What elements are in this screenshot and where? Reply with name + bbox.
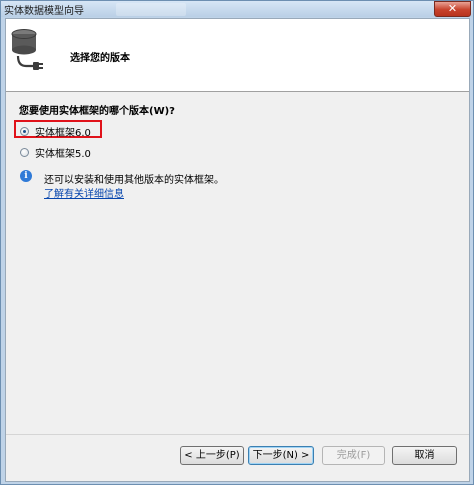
wizard-header: 选择您的版本	[6, 19, 469, 92]
version-question: 您要使用实体框架的哪个版本(W)?	[19, 106, 175, 117]
option-ef6[interactable]: 实体框架6.0	[20, 123, 91, 139]
wizard-window: 实体数据模型向导 ✕ 选择您的版本 您要使用实体框架的哪个版本(W)? 实体框架…	[0, 0, 474, 485]
info-text: 还可以安装和使用其他版本的实体框架。	[44, 175, 224, 186]
option-ef5-label[interactable]: 实体框架5.0	[35, 145, 91, 160]
finish-button[interactable]: 完成(F)	[322, 446, 385, 465]
option-ef6-label[interactable]: 实体框架6.0	[35, 124, 91, 139]
cancel-button[interactable]: 取消	[392, 446, 457, 465]
radio-ef5[interactable]	[20, 147, 29, 157]
wizard-content: 选择您的版本 您要使用实体框架的哪个版本(W)? 实体框架6.0 实体框架5.0…	[5, 18, 470, 482]
title-bar[interactable]: 实体数据模型向导 ✕	[1, 1, 473, 17]
learn-more-link[interactable]: 了解有关详细信息	[44, 185, 124, 200]
close-button[interactable]: ✕	[434, 1, 471, 17]
footer-divider	[6, 434, 469, 435]
radio-ef6[interactable]	[20, 126, 29, 136]
window-title: 实体数据模型向导	[4, 6, 84, 17]
back-button[interactable]: < 上一步(P)	[180, 446, 244, 465]
info-icon: i	[20, 170, 32, 182]
next-button[interactable]: 下一步(N) >	[248, 446, 314, 465]
database-connection-icon	[11, 29, 43, 70]
page-title: 选择您的版本	[70, 53, 130, 64]
background-tab-ghost	[116, 3, 186, 16]
option-ef5[interactable]: 实体框架5.0	[20, 144, 91, 160]
